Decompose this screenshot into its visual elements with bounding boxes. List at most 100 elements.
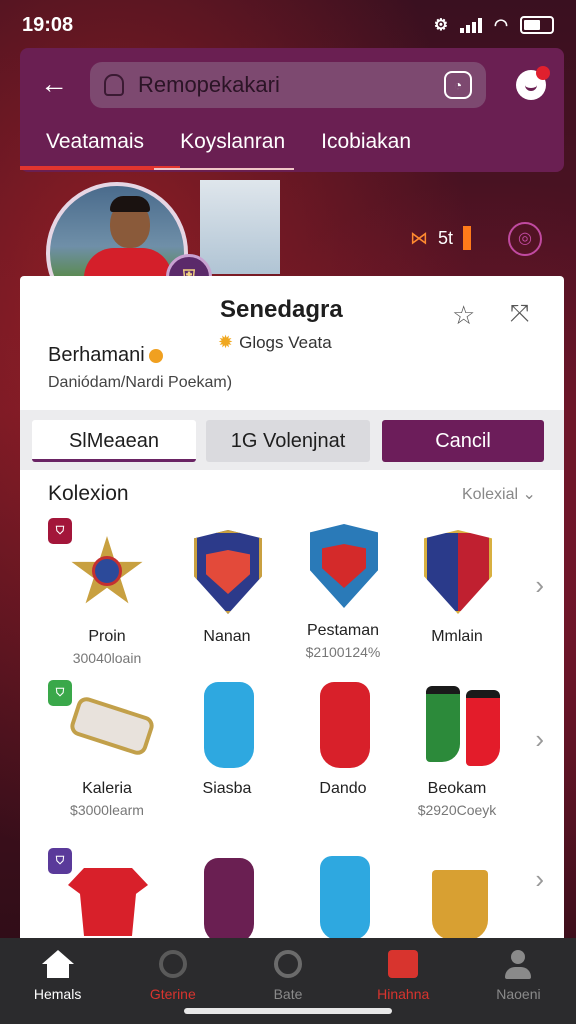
collection-item[interactable]: Beokam $2920Coeyk xyxy=(402,680,512,818)
back-arrow-icon[interactable]: ← xyxy=(40,68,72,100)
item-label: Nanan xyxy=(203,628,251,645)
collection-item[interactable]: Nanan xyxy=(172,528,282,650)
loading-icon xyxy=(272,950,304,980)
tab-third[interactable]: Icobiakan xyxy=(285,124,411,170)
bell-icon xyxy=(525,77,537,91)
wifi-icon: ◠ xyxy=(494,17,508,34)
star-outline-icon[interactable]: ☆ xyxy=(452,300,475,331)
segment-control: SlMeaean 1G Volenjnat Cancil xyxy=(20,410,564,470)
profile-card: Senedagra ✹ Glogs Veata ☆ ⤧ Berhamani Da… xyxy=(20,276,564,938)
filter-dropdown[interactable]: Kolexial ⌄ xyxy=(462,484,536,504)
socks-icon xyxy=(412,680,502,770)
verified-icon xyxy=(148,348,163,363)
item-label: Kaleria xyxy=(82,780,132,797)
collection-item[interactable] xyxy=(52,848,162,938)
signal-icon xyxy=(460,17,483,33)
collection-item[interactable]: Proin 30040loain xyxy=(52,528,162,666)
item-label: Beokam xyxy=(427,780,487,797)
search-bar[interactable]: Remopekakari ◔ xyxy=(90,62,486,108)
card-name: Senedagra xyxy=(220,296,343,323)
collection-item[interactable]: Kaleria $3000learm xyxy=(52,680,162,818)
shin-guard-icon xyxy=(298,680,388,770)
play-icon xyxy=(387,950,419,980)
ticket-icon: ⋈ xyxy=(410,227,428,248)
collection-item[interactable] xyxy=(288,852,398,938)
header-tabs: Veatamais Koyslanran Icobiakan xyxy=(20,124,564,172)
spiral-icon[interactable]: ◎ xyxy=(508,222,542,256)
notification-badge xyxy=(536,66,550,80)
profile-team: Daniódam/Nardi Poekam) xyxy=(48,374,233,391)
chevron-down-icon: ⌄ xyxy=(522,486,536,503)
collection-item[interactable]: Pestaman $2100124% xyxy=(288,522,398,660)
hero-background xyxy=(200,180,280,274)
item-price: 30040loain xyxy=(72,650,142,666)
status-bar: 19:08 ⚙ ◠ xyxy=(0,0,576,50)
hero-stat-bar xyxy=(463,226,472,250)
pennant-icon xyxy=(412,528,502,618)
chevron-right-icon[interactable]: › xyxy=(535,724,544,755)
search-input[interactable]: Remopekakari xyxy=(138,72,444,98)
nav-item-profile[interactable]: Naoeni xyxy=(461,938,576,1024)
scarf-icon xyxy=(62,680,157,770)
hero-stat-text: 5t xyxy=(438,227,454,248)
card-sub-text: Glogs Veata xyxy=(239,332,332,352)
header: ← Remopekakari ◔ Veatamais Koyslanran Ic… xyxy=(20,48,564,172)
nav-label: Hinahna xyxy=(377,986,430,1002)
home-indicator[interactable] xyxy=(184,1008,392,1014)
collection-item[interactable]: Dando xyxy=(288,680,398,802)
nav-label: Hemals xyxy=(33,986,82,1002)
section-title: Kolexion xyxy=(48,482,129,505)
nav-label: Bate xyxy=(273,986,303,1002)
sun-icon: ✹ xyxy=(218,332,234,352)
shin-guard-icon xyxy=(182,680,272,770)
collection-row: ⛉ › xyxy=(20,848,564,938)
tab-second[interactable]: Koyslanran xyxy=(144,124,295,170)
shin-guard-icon xyxy=(182,856,272,938)
crest-icon xyxy=(182,528,272,618)
voice-icon[interactable]: ◔ xyxy=(444,71,472,99)
compass-badge-icon xyxy=(62,528,152,618)
filter-label: Kolexial xyxy=(462,486,519,503)
settings-icon: ⚙ xyxy=(433,17,449,34)
user-icon xyxy=(502,950,534,980)
nav-label: Gterine xyxy=(149,986,196,1002)
collection-item[interactable] xyxy=(402,852,512,938)
home-icon xyxy=(41,950,74,980)
location-icon xyxy=(157,950,189,980)
profile-name-text: Berhamani xyxy=(48,344,145,366)
item-label: Siasba xyxy=(202,780,252,797)
chevron-right-icon[interactable]: › xyxy=(535,570,544,601)
item-price: $2100124% xyxy=(305,644,381,660)
chevron-right-icon[interactable]: › xyxy=(535,864,544,895)
jersey-icon xyxy=(62,848,152,938)
collection-item[interactable] xyxy=(172,856,282,938)
battery-icon xyxy=(520,16,554,34)
shield-icon xyxy=(298,522,388,612)
item-label: Pestaman xyxy=(306,622,380,639)
item-label: Mmlain xyxy=(431,628,483,645)
cancel-button[interactable]: Cancil xyxy=(382,420,544,462)
notification-button[interactable] xyxy=(516,66,550,100)
status-time: 19:08 xyxy=(22,13,74,36)
profile-name: Berhamani xyxy=(48,344,163,367)
nav-label: Naoeni xyxy=(496,986,541,1002)
tab-first[interactable]: Veatamais xyxy=(20,124,181,170)
network-icon[interactable]: ⤧ xyxy=(510,300,529,328)
player-hair xyxy=(110,196,150,212)
hero-stats: ⋈ 5t xyxy=(410,226,472,250)
item-label: Proin xyxy=(88,628,126,645)
segment-option-second[interactable]: 1G Volenjnat xyxy=(206,420,370,462)
nav-item-home[interactable]: Hemals xyxy=(0,938,115,1024)
status-icons: ⚙ ◠ xyxy=(434,15,554,35)
collection-row: ⛉ Kaleria $3000learm Siasba Dando Beokam… xyxy=(20,680,564,840)
item-label: Dando xyxy=(319,780,367,797)
lock-icon xyxy=(104,74,124,96)
segment-option-first[interactable]: SlMeaean xyxy=(32,420,196,462)
card-subtitle: ✹ Glogs Veata xyxy=(218,332,332,353)
bottle-icon xyxy=(298,852,388,938)
cup-icon xyxy=(412,852,502,938)
collection-item[interactable]: Siasba xyxy=(172,680,282,802)
collection-item[interactable]: Mmlain xyxy=(402,528,512,650)
item-price: $2920Coeyk xyxy=(417,802,497,818)
item-price: $3000learm xyxy=(70,802,144,818)
